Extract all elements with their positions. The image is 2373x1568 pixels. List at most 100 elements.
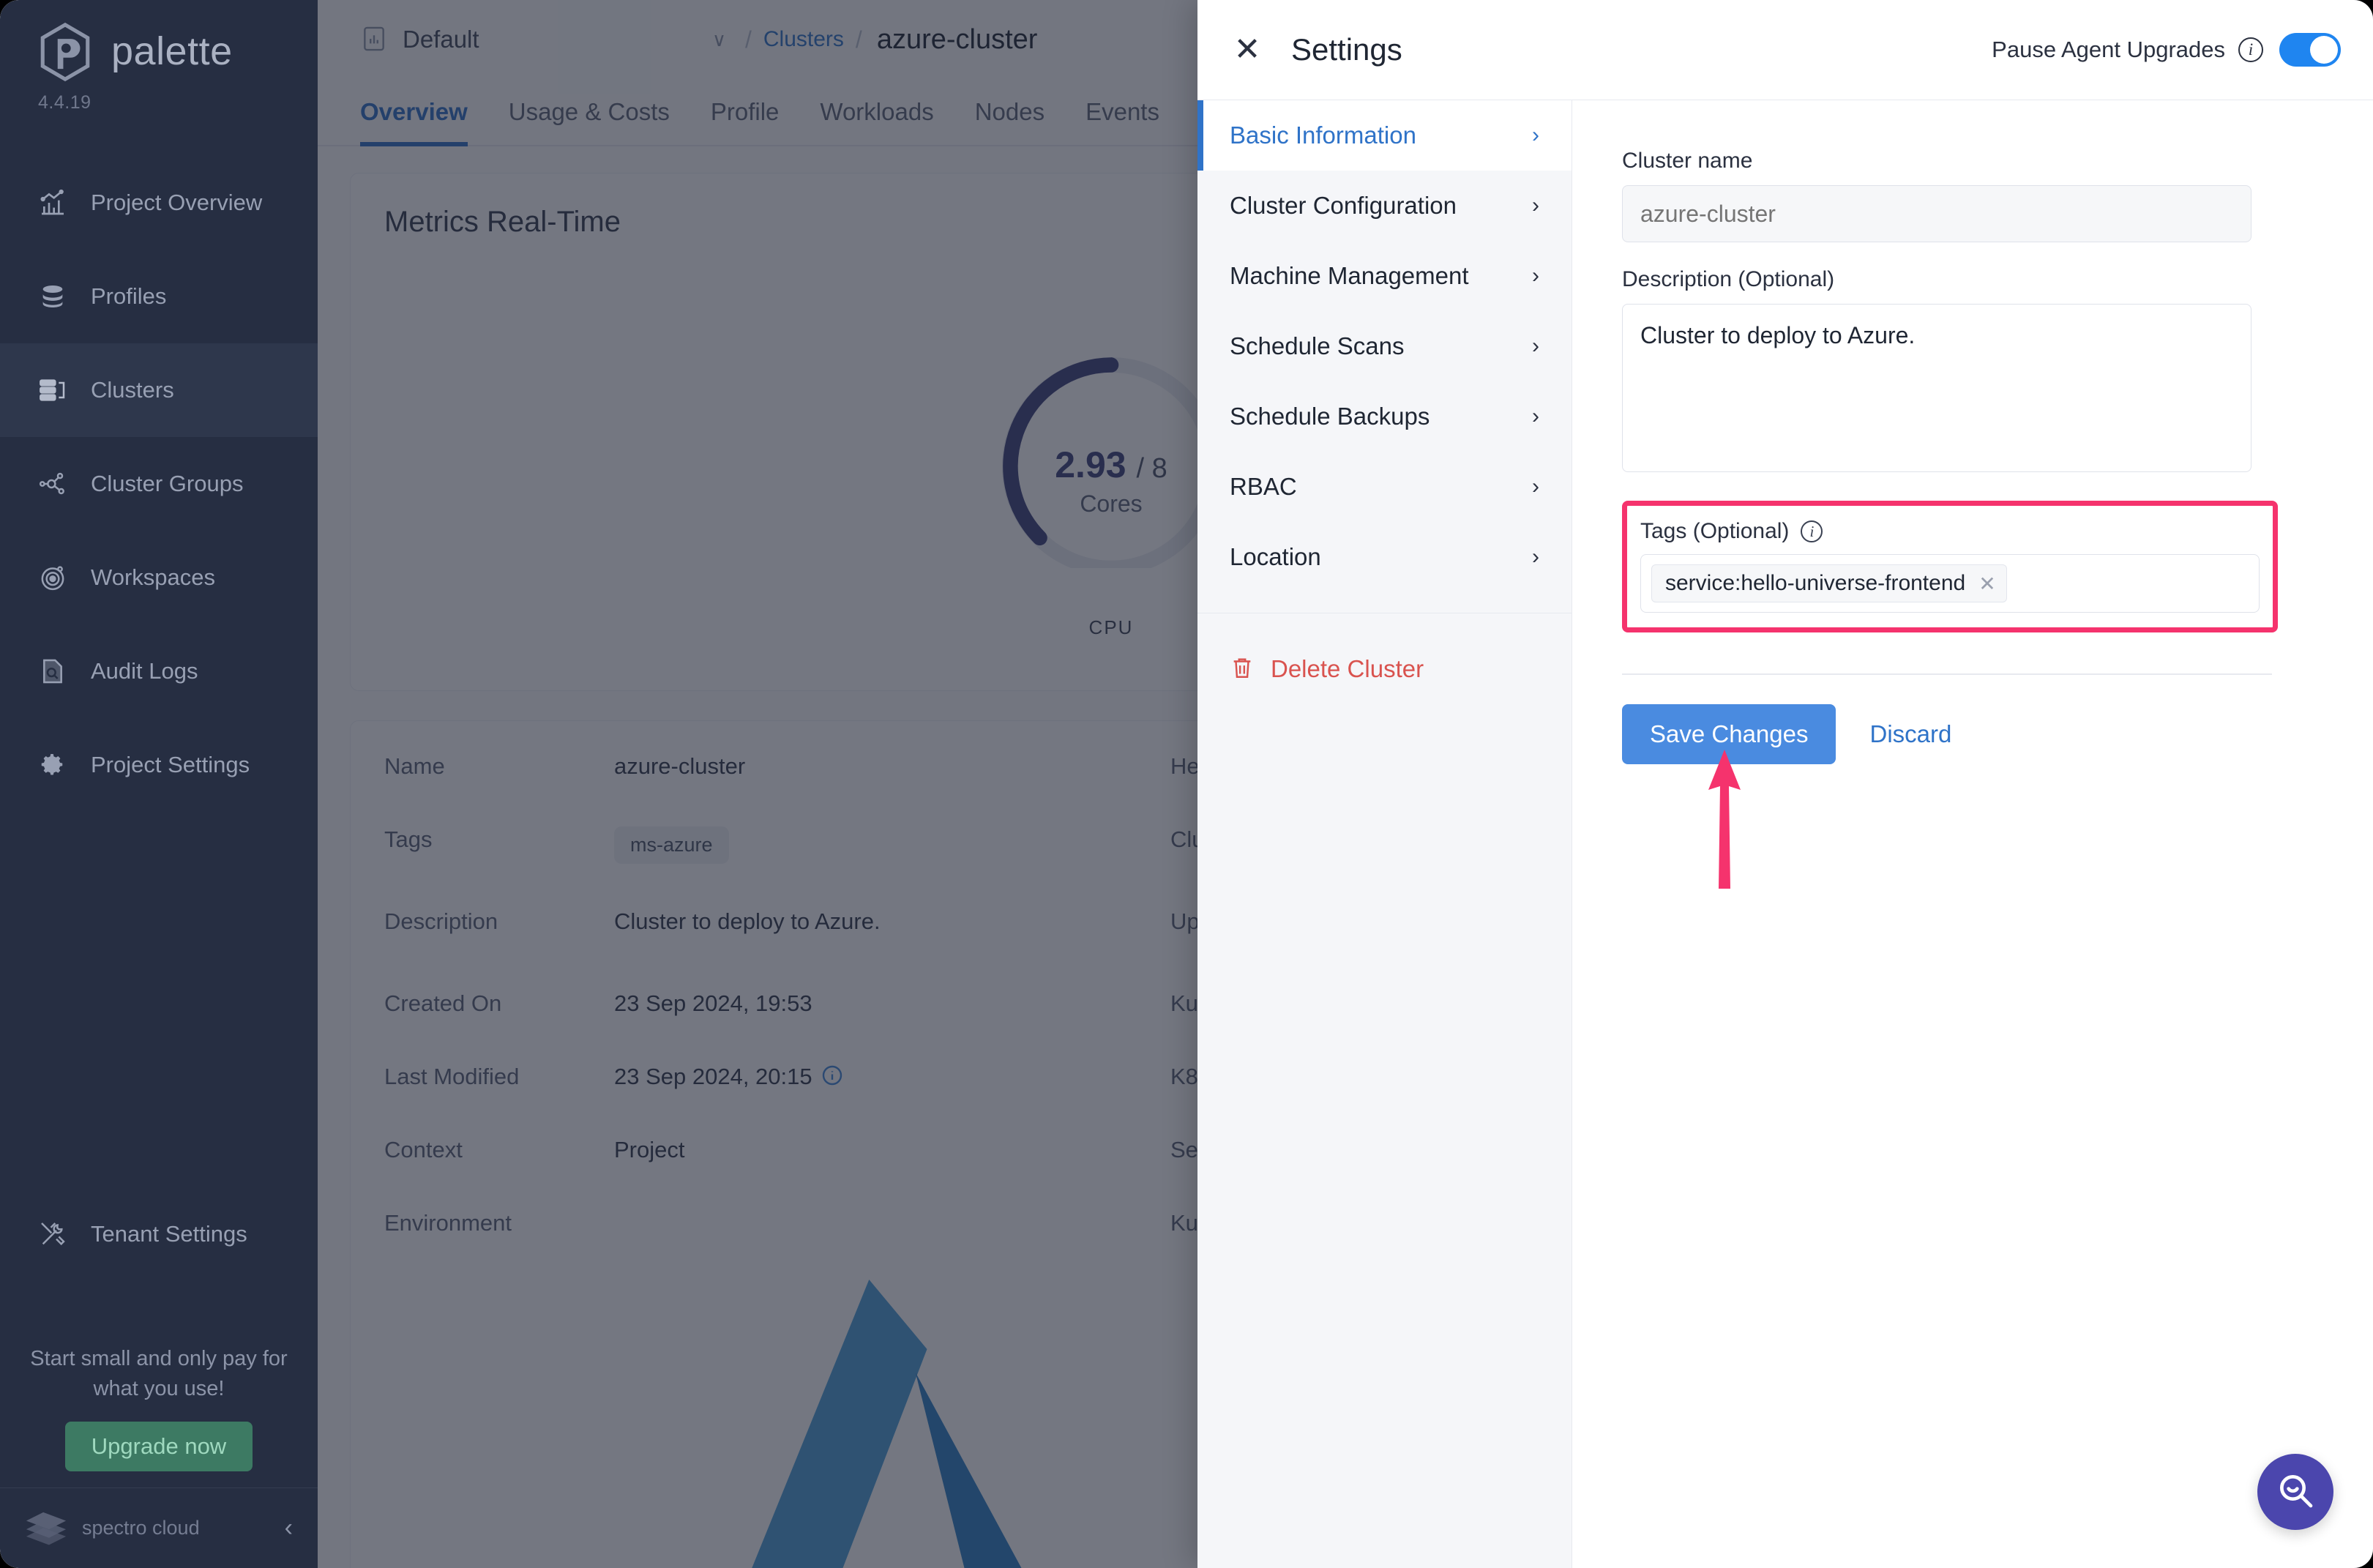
- delete-cluster-button[interactable]: Delete Cluster: [1197, 634, 1572, 704]
- search-fab-button[interactable]: [2257, 1454, 2333, 1530]
- close-icon[interactable]: ✕: [1228, 31, 1266, 69]
- version-label: 4.4.19: [38, 92, 91, 113]
- menu-item-label: RBAC: [1230, 473, 1297, 500]
- project-name: Default: [403, 26, 479, 53]
- drawer-header: ✕ Settings Pause Agent Upgrades i: [1197, 0, 2373, 100]
- detail-value: 23 Sep 2024, 19:53: [614, 990, 812, 1016]
- tab-overview[interactable]: Overview: [360, 98, 468, 146]
- orbit-icon: [37, 561, 69, 594]
- upgrade-now-button[interactable]: Upgrade now: [64, 1422, 253, 1471]
- info-icon[interactable]: i: [2238, 37, 2263, 62]
- cluster-name-group: Cluster name: [1622, 149, 2313, 242]
- description-textarea[interactable]: [1622, 304, 2251, 472]
- sidebar-item-label: Profiles: [91, 283, 167, 309]
- form-actions: Save Changes Discard: [1622, 704, 2313, 889]
- detail-key: Created On: [384, 990, 502, 1016]
- chart-bars-icon: [37, 187, 69, 219]
- delete-cluster-label: Delete Cluster: [1271, 655, 1424, 682]
- brand-name: palette: [111, 29, 233, 73]
- info-icon[interactable]: i: [1801, 520, 1823, 542]
- sidebar-item-project-settings[interactable]: Project Settings: [0, 718, 318, 812]
- tab-usage-costs[interactable]: Usage & Costs: [509, 98, 670, 146]
- spectro-cloud-logo-icon: [23, 1509, 69, 1548]
- sidebar-nav: Project Overview Profiles Clusters Clust…: [0, 156, 318, 812]
- project-selector[interactable]: Default ∨: [360, 13, 733, 66]
- tab-events[interactable]: Events: [1085, 98, 1159, 146]
- pause-agent-upgrades-toggle[interactable]: [2279, 33, 2341, 67]
- document-search-icon: [37, 655, 69, 687]
- sidebar-item-label: Cluster Groups: [91, 471, 244, 496]
- detail-value: azure-cluster: [614, 753, 746, 779]
- spectro-cloud-label: spectro cloud: [82, 1517, 200, 1539]
- tags-label: Tags (Optional): [1640, 519, 1790, 543]
- sidebar-item-label: Clusters: [91, 377, 174, 403]
- nodes-graph-icon: [37, 468, 69, 500]
- menu-item-label: Schedule Scans: [1230, 332, 1405, 359]
- settings-menu-item-machine-management[interactable]: Machine Management ›: [1197, 241, 1572, 311]
- close-icon[interactable]: ✕: [1978, 572, 1995, 596]
- sidebar-item-project-overview[interactable]: Project Overview: [0, 156, 318, 250]
- basic-information-form: Cluster name Description (Optional) Tags…: [1572, 100, 2373, 1568]
- gauge-cpu-total: / 8: [1136, 453, 1167, 484]
- chevron-down-icon[interactable]: ∨: [712, 29, 726, 51]
- gear-icon: [37, 749, 69, 781]
- left-sidebar: palette 4.4.19 Project Overview Profiles…: [0, 0, 318, 1568]
- detail-value: Cluster to deploy to Azure.: [614, 908, 881, 934]
- sidebar-item-clusters[interactable]: Clusters: [0, 343, 318, 437]
- settings-menu-item-schedule-backups[interactable]: Schedule Backups ›: [1197, 381, 1572, 452]
- description-label: Description (Optional): [1622, 267, 1835, 291]
- drawer-body: Basic Information › Cluster Configuratio…: [1197, 100, 2373, 1568]
- trash-icon: [1230, 655, 1255, 683]
- tab-workloads[interactable]: Workloads: [820, 98, 933, 146]
- palette-logo-icon: [35, 22, 95, 82]
- menu-item-label: Schedule Backups: [1230, 403, 1430, 430]
- chevron-left-icon[interactable]: ‹: [285, 1514, 293, 1542]
- settings-menu-item-cluster-configuration[interactable]: Cluster Configuration ›: [1197, 171, 1572, 241]
- sidebar-item-profiles[interactable]: Profiles: [0, 250, 318, 343]
- breadcrumb-clusters-link[interactable]: Clusters: [763, 27, 844, 52]
- sidebar-item-cluster-groups[interactable]: Cluster Groups: [0, 437, 318, 531]
- annotation-arrow-icon: [1703, 750, 1746, 889]
- drawer-title: Settings: [1291, 32, 1402, 67]
- settings-menu-item-basic-information[interactable]: Basic Information ›: [1197, 100, 1572, 171]
- chevron-right-icon: ›: [1532, 264, 1539, 288]
- settings-menu-item-rbac[interactable]: RBAC ›: [1197, 452, 1572, 522]
- sidebar-item-workspaces[interactable]: Workspaces: [0, 531, 318, 624]
- tag-chip: service:hello-universe-frontend ✕: [1651, 564, 2007, 602]
- sidebar-item-audit-logs[interactable]: Audit Logs: [0, 624, 318, 718]
- tab-nodes[interactable]: Nodes: [975, 98, 1045, 146]
- sidebar-item-label: Tenant Settings: [91, 1221, 247, 1247]
- cluster-name-label: Cluster name: [1622, 149, 1753, 173]
- tags-input[interactable]: service:hello-universe-frontend ✕: [1640, 554, 2260, 613]
- sidebar-item-tenant-settings[interactable]: Tenant Settings: [0, 1187, 318, 1281]
- menu-item-label: Basic Information: [1230, 122, 1416, 149]
- info-icon[interactable]: [821, 1064, 843, 1086]
- tab-profile[interactable]: Profile: [711, 98, 780, 146]
- tags-highlight-annotation: Tags (Optional) i service:hello-universe…: [1622, 501, 2278, 632]
- menu-item-label: Cluster Configuration: [1230, 192, 1457, 219]
- tag-chip: ms-azure: [614, 826, 729, 864]
- gauge-cpu-value: 2.93: [1055, 444, 1126, 485]
- sidebar-footer: spectro cloud ‹: [0, 1487, 318, 1568]
- sidebar-item-label: Project Settings: [91, 752, 250, 777]
- chevron-right-icon: ›: [1532, 334, 1539, 358]
- sidebar-item-label: Project Overview: [91, 190, 263, 215]
- settings-menu-item-schedule-scans[interactable]: Schedule Scans ›: [1197, 311, 1572, 381]
- discard-button[interactable]: Discard: [1869, 720, 1951, 748]
- sidebar-item-label: Audit Logs: [91, 658, 198, 684]
- tools-icon: [37, 1218, 69, 1250]
- settings-menu-item-location[interactable]: Location ›: [1197, 522, 1572, 592]
- detail-key: Name: [384, 753, 445, 779]
- stack-layers-icon: [37, 280, 69, 313]
- chevron-right-icon: ›: [1532, 404, 1539, 428]
- detail-value: Project: [614, 1137, 685, 1162]
- chevron-right-icon: ›: [1532, 545, 1539, 569]
- page-title: azure-cluster: [876, 23, 1038, 55]
- cluster-name-input[interactable]: [1622, 185, 2251, 242]
- detail-key: Tags: [384, 826, 433, 852]
- toggle-knob: [2310, 36, 2338, 64]
- app-window: palette 4.4.19 Project Overview Profiles…: [0, 0, 2373, 1568]
- settings-drawer: ✕ Settings Pause Agent Upgrades i Basic …: [1197, 0, 2373, 1568]
- project-chart-icon: [360, 25, 388, 54]
- chevron-right-icon: ›: [1532, 474, 1539, 499]
